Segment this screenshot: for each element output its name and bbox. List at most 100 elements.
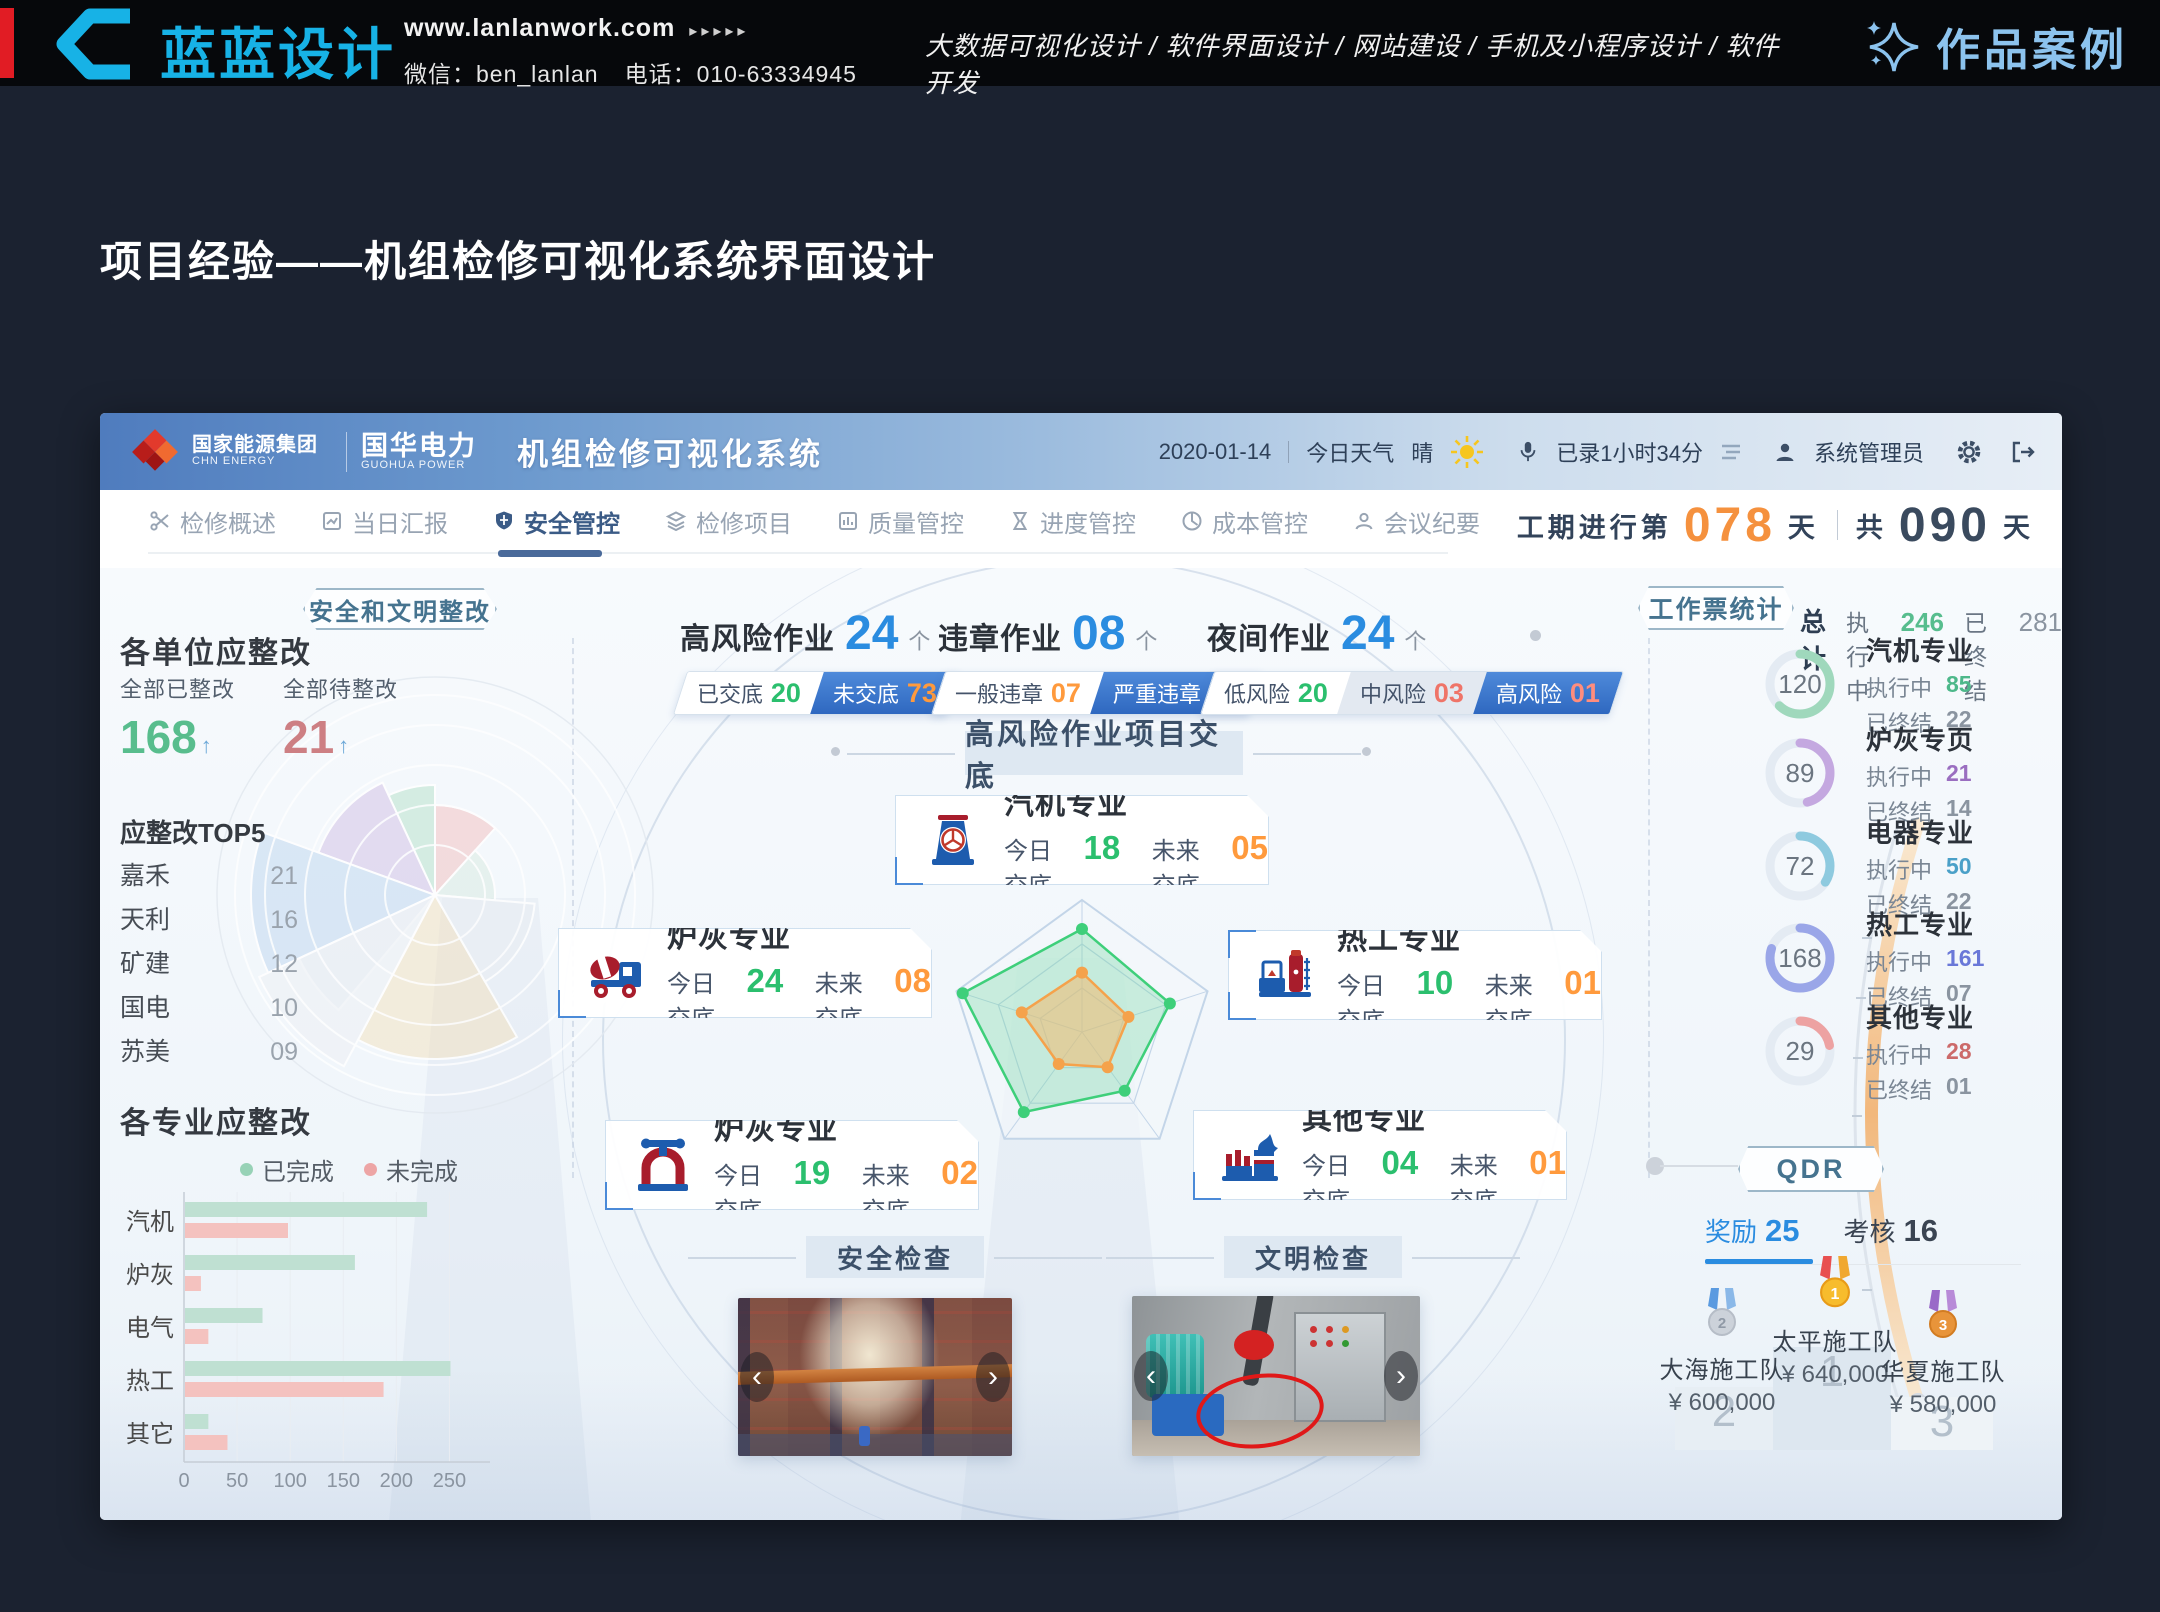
svg-text:0: 0 — [178, 1470, 189, 1492]
unit-name: 苏美 — [120, 1032, 170, 1068]
photo-detail — [738, 1434, 1012, 1456]
badge-value: 20 — [771, 678, 801, 709]
tab-reward[interactable]: 奖励 25 — [1705, 1212, 1800, 1249]
tab-label: 奖励 — [1705, 1212, 1757, 1249]
portfolio-link[interactable]: 作品案例 — [1864, 14, 2128, 78]
tab-value: 16 — [1904, 1213, 1938, 1249]
stat-value: 21 — [283, 711, 334, 763]
stat-value: 08 — [1072, 606, 1125, 661]
tab-label: 进度管控 — [1040, 504, 1136, 539]
photo-detail — [1310, 1326, 1317, 1333]
future-label: 未来交底 — [1152, 831, 1221, 901]
future-label: 未来交底 — [1450, 1146, 1519, 1216]
total-prefix: 共 — [1856, 506, 1887, 545]
bronze-medal-icon: 3 — [1921, 1290, 1965, 1348]
legend-done-label: 已完成 — [262, 1152, 334, 1187]
today-label: 今日交底 — [1337, 966, 1406, 1036]
carousel-next-button[interactable]: › — [976, 1352, 1010, 1402]
gear-icon[interactable] — [1955, 438, 1983, 466]
date-label: 2020-01-14 — [1159, 439, 1272, 465]
person-icon — [1352, 509, 1376, 533]
stat-high-risk-jobs: 高风险作业 24 个 已交底20 未交底73 — [680, 606, 954, 715]
civility-check-banner: 文明检查 — [1224, 1236, 1402, 1278]
svg-text:3: 3 — [1939, 1317, 1947, 1334]
ticket-row-turbine: 120 汽机专业 执行中85 已终结22 — [1760, 640, 2060, 728]
svg-text:2: 2 — [1718, 1315, 1726, 1332]
tab-maintenance-items[interactable]: 检修项目 — [664, 504, 792, 539]
chn-energy-logo — [130, 427, 180, 477]
safety-check-photo[interactable]: ‹ › — [738, 1298, 1012, 1456]
today-label: 今日交底 — [1302, 1146, 1371, 1216]
corner-bracket — [894, 857, 923, 886]
tab-overview[interactable]: 检修概述 — [148, 504, 276, 539]
stat-unit: 个 — [1135, 624, 1157, 656]
specialty-name: 其他专业 — [1866, 998, 1974, 1035]
badge-value: 01 — [1570, 678, 1600, 709]
future-value: 02 — [941, 1154, 978, 1192]
tab-cost-control[interactable]: 成本管控 — [1180, 504, 1308, 539]
carousel-prev-button[interactable]: ‹ — [740, 1352, 774, 1402]
specialty-name: 热工专业 — [1866, 905, 1984, 942]
executing-label: 执行中 — [1866, 1038, 1932, 1070]
executing-label: 执行中 — [1866, 853, 1932, 885]
brand-name-block: 国华电力 GUOHUA POWER — [361, 432, 477, 472]
tab-quality-control[interactable]: 质量管控 — [836, 504, 964, 539]
duration-prefix: 工期进行第 — [1517, 506, 1672, 545]
days-total: 090 — [1899, 498, 1991, 553]
gold-medal-icon: 1 — [1811, 1256, 1859, 1318]
tab-safety-control[interactable]: 安全管控 — [492, 504, 620, 539]
wechat-label: 微信：ben_lanlan — [404, 61, 599, 87]
stat-badge: 已交底20 未交底73 — [673, 671, 961, 715]
badge-value: 07 — [1051, 678, 1081, 709]
executing-value: 161 — [1946, 945, 1984, 977]
tab-daily-report[interactable]: 当日汇报 — [320, 504, 448, 539]
briefing-radar-chart — [932, 874, 1232, 1174]
brand-name-cn: 国华电力 — [361, 432, 477, 460]
logout-icon[interactable] — [2010, 440, 2036, 464]
badge-label: 严重违章 — [1113, 677, 1201, 709]
stat-value: 168 — [120, 711, 197, 763]
tab-schedule-control[interactable]: 进度管控 — [1008, 504, 1136, 539]
turbine-icon — [922, 809, 984, 871]
pending-rectify-stat: 全部待整改 21↑ — [283, 672, 398, 764]
legend-undone-dot — [364, 1163, 377, 1176]
rank3-team: 3 华夏施工队 ¥ 580,000 — [1863, 1290, 2023, 1419]
donut-value: 72 — [1760, 826, 1840, 906]
weather-value: 晴 — [1411, 436, 1433, 468]
top5-title: 应整改TOP5 — [120, 813, 265, 850]
briefing-section-banner: 高风险作业项目交底 — [965, 731, 1243, 775]
briefing-card-mixer-truck: 炉灰专业 今日交底24 未来交底08 — [558, 928, 932, 1018]
future-label: 未来交底 — [1485, 966, 1554, 1036]
ticket-row-ash: 89 炉灰专页 执行中21 已终结14 — [1760, 729, 2060, 817]
carousel-next-button[interactable]: › — [1384, 1351, 1418, 1401]
stat-title: 高风险作业 — [680, 614, 835, 658]
photo-detail — [859, 1426, 870, 1446]
tab-meeting-minutes[interactable]: 会议纪要 — [1352, 504, 1480, 539]
carousel-prev-button[interactable]: ‹ — [1134, 1351, 1168, 1401]
ticket-row-other: 29 其他专业 执行中28 已终结01 — [1760, 1007, 2060, 1095]
decor-connector — [1660, 1165, 1738, 1167]
tab-value: 25 — [1765, 1213, 1799, 1249]
factory-icon — [1220, 1124, 1282, 1186]
top5-row: 嘉禾21 — [120, 856, 298, 886]
legend-undone-label: 未完成 — [386, 1152, 458, 1187]
website-link[interactable]: www.lanlanwork.com — [404, 14, 675, 42]
duration-unit: 天 — [1788, 506, 1819, 545]
stat-value: 24 — [845, 606, 898, 661]
microphone-icon[interactable] — [1517, 439, 1539, 465]
qdr-tabs: 奖励 25 考核 16 — [1705, 1212, 1938, 1249]
unit-name: 天利 — [120, 900, 170, 936]
tab-assessment[interactable]: 考核 16 — [1844, 1212, 1939, 1249]
future-value: 05 — [1231, 829, 1268, 867]
work-ticket-badge: 工作票统计 — [1638, 586, 1794, 630]
executing-value: 21 — [1946, 760, 1972, 792]
civility-check-photo[interactable]: ‹ › — [1132, 1296, 1420, 1456]
top5-row: 矿建12 — [120, 944, 298, 974]
hourglass-icon — [1008, 509, 1032, 533]
tab-label: 成本管控 — [1212, 504, 1308, 539]
unit-name: 矿建 — [120, 944, 170, 980]
record-list-icon[interactable] — [1720, 442, 1742, 462]
current-user[interactable]: 系统管理员 — [1814, 436, 1924, 468]
today-label: 今日交底 — [667, 964, 736, 1034]
days-elapsed: 078 — [1684, 498, 1776, 553]
